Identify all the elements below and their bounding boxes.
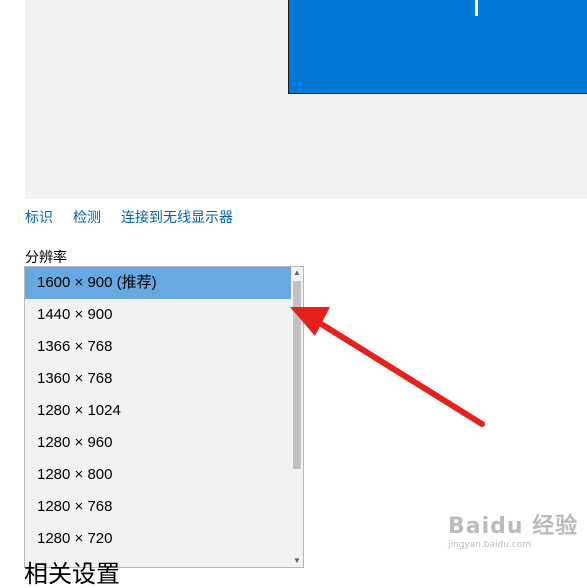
resolution-option[interactable]: 1360 × 768: [25, 363, 303, 395]
dropdown-scrollbar[interactable]: ▲ ▼: [291, 267, 303, 567]
monitor-number-icon: [475, 0, 478, 16]
resolution-option[interactable]: 1280 × 960: [25, 427, 303, 459]
chevron-down-icon[interactable]: ▼: [291, 555, 303, 567]
resolution-option[interactable]: 1600 × 900 (推荐): [25, 267, 303, 299]
resolution-option[interactable]: 1440 × 900: [25, 299, 303, 331]
scroll-thumb[interactable]: [293, 281, 301, 469]
identify-link[interactable]: 标识: [25, 207, 53, 227]
monitor-tile[interactable]: [288, 0, 587, 94]
watermark-main: Baidu 经验: [448, 514, 579, 539]
resolution-option[interactable]: 1366 × 768: [25, 331, 303, 363]
wireless-display-link[interactable]: 连接到无线显示器: [121, 207, 233, 227]
watermark-sub: jingyan.baidu.com: [448, 540, 532, 550]
resolution-dropdown-list[interactable]: 1600 × 900 (推荐) 1440 × 900 1366 × 768 13…: [24, 266, 304, 568]
display-links: 标识 检测 连接到无线显示器: [25, 207, 233, 227]
resolution-option[interactable]: 1280 × 768: [25, 491, 303, 523]
detect-link[interactable]: 检测: [73, 207, 101, 227]
resolution-label: 分辨率: [25, 250, 67, 266]
resolution-option[interactable]: 1280 × 800: [25, 459, 303, 491]
resolution-option[interactable]: 1280 × 1024: [25, 395, 303, 427]
chevron-up-icon[interactable]: ▲: [291, 267, 303, 279]
baidu-watermark: Baidu 经验 jingyan.baidu.com: [448, 508, 578, 550]
related-settings-heading: 相关设置: [24, 560, 120, 588]
resolution-option[interactable]: 1280 × 720: [25, 523, 303, 555]
